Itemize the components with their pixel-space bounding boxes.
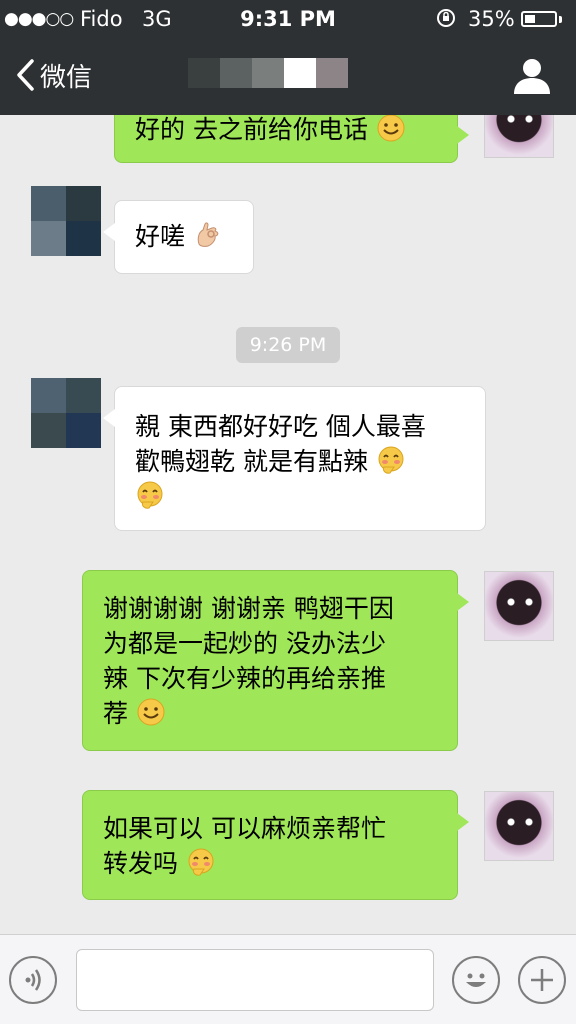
message-line: 歡鴨翅乾 就是有點辣 <box>135 447 368 476</box>
status-bar: ●●●○○ Fido 3G 9:31 PM 35% <box>0 0 576 38</box>
avatar-self[interactable] <box>484 571 554 641</box>
input-bar <box>0 934 576 1024</box>
message-text: 好的 去之前给你电话 <box>135 115 368 144</box>
message-bubble-self[interactable]: 谢谢谢谢 谢谢亲 鸭翅干因 为都是一起炒的 没办法少 辣 下次有少辣的再给亲推 … <box>82 570 469 751</box>
voice-button[interactable] <box>9 956 57 1004</box>
battery-icon <box>521 11 557 27</box>
battery-level <box>525 15 535 23</box>
battery-tip <box>559 16 562 23</box>
avatar-other[interactable] <box>31 378 101 448</box>
message-bubble-self[interactable]: 如果可以 可以麻烦亲帮忙 转发吗 <box>82 790 469 900</box>
message-line: 如果可以 可以麻烦亲帮忙 <box>103 814 386 843</box>
back-label: 微信 <box>40 62 93 93</box>
plus-button[interactable] <box>518 956 566 1004</box>
message-bubble-other[interactable]: 親 東西都好好吃 個人最喜 歡鴨翅乾 就是有點辣 <box>103 386 486 531</box>
message-bubble-self[interactable]: 好的 去之前给你电话 <box>114 115 469 163</box>
message-text: 好嗟 <box>135 222 186 251</box>
avatar-self[interactable] <box>484 115 554 158</box>
timestamp: 9:26 PM <box>236 327 340 363</box>
chevron-left-icon <box>17 59 34 91</box>
ok-hand-emoji-icon <box>197 222 219 247</box>
message-line: 转发吗 <box>103 849 179 878</box>
smile-emoji-icon <box>377 115 405 142</box>
back-button[interactable]: 微信 <box>14 52 92 98</box>
rotation-lock-icon <box>437 9 455 27</box>
message-line: 親 東西都好好吃 個人最喜 <box>135 412 426 441</box>
emoji-icon <box>466 973 486 987</box>
voice-icon <box>25 969 41 991</box>
profile-icon[interactable] <box>510 54 554 98</box>
smile-emoji-icon <box>137 698 165 726</box>
message-line: 荐 <box>103 699 129 728</box>
avatar-self[interactable] <box>484 791 554 861</box>
message-line: 为都是一起炒的 没办法少 <box>103 629 386 658</box>
message-line: 辣 下次有少辣的再给亲推 <box>103 664 386 693</box>
giggle-emoji-icon <box>137 481 163 509</box>
message-bubble-other[interactable]: 好嗟 <box>103 200 254 274</box>
giggle-emoji-icon <box>378 446 404 474</box>
top-bar: ●●●○○ Fido 3G 9:31 PM 35% 微信 <box>0 0 576 115</box>
giggle-emoji-icon <box>188 848 214 876</box>
plus-icon <box>531 969 553 991</box>
message-input[interactable] <box>76 949 434 1011</box>
avatar-other[interactable] <box>31 186 101 256</box>
nav-bar: 微信 <box>0 38 576 115</box>
chat-area[interactable]: 好的 去之前给你电话 好嗟 9:26 PM 親 東西都好好吃 個人最喜 歡鴨翅乾… <box>0 115 576 934</box>
emoji-button[interactable] <box>452 956 500 1004</box>
chat-title-obscured <box>188 48 348 98</box>
message-line: 谢谢谢谢 谢谢亲 鸭翅干因 <box>103 594 394 623</box>
battery-percent: 35% <box>468 7 515 31</box>
